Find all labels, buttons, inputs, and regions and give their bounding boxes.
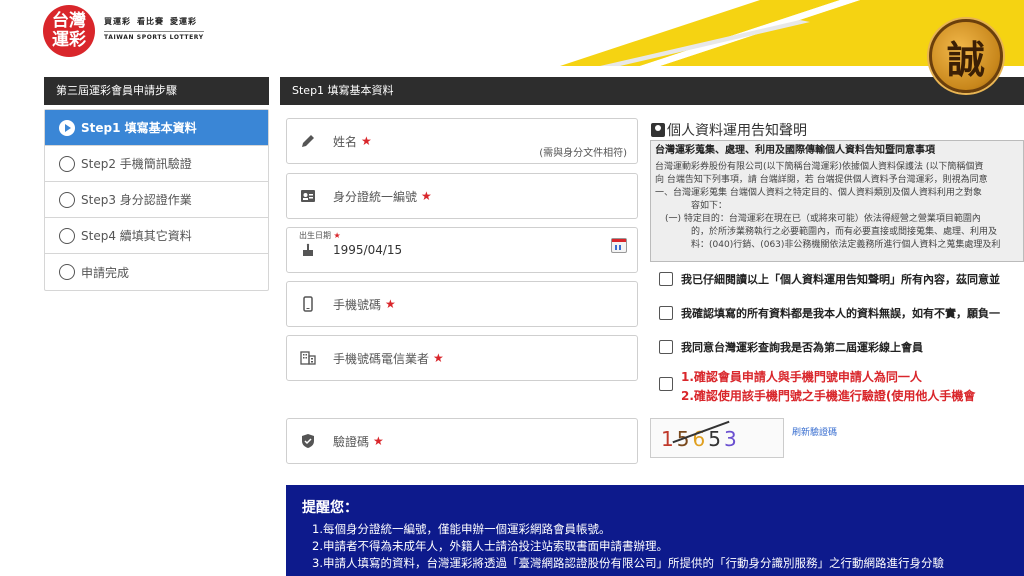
phone-field[interactable]: 手機號碼 ★ [286,281,638,327]
birthday-label: 出生日期 ★ [299,231,341,240]
step-label: Step1 填寫基本資料 [81,121,197,135]
radio-icon [59,191,75,208]
site-header: 台灣運彩 買運彩 看比賽 愛運彩 TAIWAN SPORTS LOTTERY [0,0,1024,66]
reminder-panel: 提醒您： 1.每個身分證統一編號，僅能申辦一個運彩網路會員帳號。 2.申請者不得… [286,485,1024,576]
privacy-line: (一) 特定目的：台灣運彩在現在已（或將來可能）依法得經營之營業項目範圍內 [665,214,981,224]
radio-icon [59,264,75,280]
privacy-box-title: 台灣運彩蒐集、處理、利用及國際傳輸個人資料告知暨同意事項 [655,145,935,156]
step-item-2[interactable]: Step2 手機簡訊驗證 [45,146,268,182]
step-list: Step1 填寫基本資料 Step2 手機簡訊驗證 Step3 身分認證作業 S… [44,109,269,291]
logo-wordmark: 買運彩 看比賽 愛運彩 TAIWAN SPORTS LOTTERY [104,16,204,41]
step-label: 申請完成 [81,265,130,280]
privacy-line: 台灣運動彩券股份有限公司(以下簡稱台灣運彩)依據個人資料保護法 (以下簡稱個資 [655,162,984,172]
building-icon [299,349,317,367]
calendar-icon[interactable] [611,238,627,253]
cake-icon [299,241,317,259]
consent-accuracy-check[interactable]: 我確認填寫的所有資料都是我本人的資料無誤，如有不實，願負一 [659,305,1024,321]
carrier-label: 手機號碼電信業者 [333,351,430,366]
contact-card-icon [651,123,665,137]
reminder-line: 2.申請者不得為未成年人，外籍人士請洽投注站索取書面申請書辦理。 [312,539,668,553]
phone-owner-checkbox[interactable] [659,377,673,391]
play-radio-icon [59,119,75,136]
phone-label: 手機號碼 [333,297,382,312]
privacy-title: 個人資料運用告知聲明 [651,120,807,140]
privacy-line: 容如下： [691,201,728,211]
sidebar-title: 第三屆運彩會員申請步驟 [44,77,269,105]
reminder-line: 3.申請人填寫的資料，台灣運彩將透過「臺灣網路認證股份有限公司」所提供的「行動身… [312,556,944,570]
checkbox[interactable] [659,272,673,286]
reminder-title: 提醒您： [302,500,358,516]
id-card-icon [299,187,317,205]
required-star: ★ [361,134,372,148]
reminder-line: 1.每個身分證統一編號，僅能申辦一個運彩網路會員帳號。 [312,522,611,536]
step-label: Step4 續填其它資料 [81,229,192,243]
carrier-field[interactable]: 手機號碼電信業者 ★ [286,335,638,381]
required-star: ★ [433,351,444,365]
mobile-phone-icon [299,295,317,313]
required-star: ★ [421,189,432,203]
checkbox[interactable] [659,340,673,354]
required-star: ★ [385,297,396,311]
radio-icon [59,155,75,172]
privacy-line: 料：(040)行銷、(063)非公務機關依法定義務所進行個人資料之蒐集處理及利 [691,240,1001,250]
integrity-badge: 誠 [929,19,1003,93]
privacy-line: 向 台端告知下列事項，請 台端詳閱，若 台端提供個人資料予台灣運彩，則視為同意 [655,175,988,185]
privacy-line: 的，於所涉業務執行之必要範圍內，而有必要直接或間接蒐集、處理、利用及 [691,227,998,237]
birthday-value: 1995/04/15 [333,243,403,257]
id-number-label: 身分證統一編號 [333,189,418,204]
step-label: Step3 身分認證作業 [81,193,192,207]
pencil-icon [299,132,317,150]
consent-query-check[interactable]: 我同意台灣運彩查詢我是否為第二屆運彩線上會員 [659,339,1024,355]
logo-slogan: 買運彩 看比賽 愛運彩 [104,17,197,26]
step-item-4[interactable]: Step4 續填其它資料 [45,218,268,254]
birthday-field[interactable]: 出生日期 ★ 1995/04/15 [286,227,638,273]
step-label: Step2 手機簡訊驗證 [81,157,192,171]
site-logo[interactable]: 台灣運彩 [43,5,95,57]
captcha-label: 驗證碼 [333,434,370,449]
captcha-field[interactable]: 驗證碼 ★ [286,418,638,464]
radio-icon [59,227,75,244]
step-item-3[interactable]: Step3 身分認證作業 [45,182,268,218]
privacy-line: 一、台灣運彩蒐集 台端個人資料之特定目的、個人資料類別及個人資料利用之對象 [655,188,982,198]
refresh-captcha-link[interactable]: 刷新驗證碼 [792,425,837,438]
captcha-image: 15653 [650,418,784,458]
name-label: 姓名 [333,134,358,149]
phone-owner-confirm-text: 1.確認會員申請人與手機門號申請人為同一人 2.確認使用該手機門號之手機進行驗證… [681,370,976,403]
name-field[interactable]: 姓名 ★ (需與身分文件相符) [286,118,638,164]
name-hint: (需與身分文件相符) [539,148,627,159]
id-number-field[interactable]: 身分證統一編號 ★ [286,173,638,219]
consent-read-check[interactable]: 我已仔細閱讀以上「個人資料運用告知聲明」所有內容，茲同意並 [659,271,1024,287]
checkbox[interactable] [659,306,673,320]
logo-english: TAIWAN SPORTS LOTTERY [104,31,204,41]
required-star: ★ [373,434,384,448]
shield-check-icon [299,432,317,450]
step-item-1[interactable]: Step1 填寫基本資料 [45,110,268,146]
privacy-text-box[interactable]: 台灣運彩蒐集、處理、利用及國際傳輸個人資料告知暨同意事項 台灣運動彩券股份有限公… [650,140,1024,262]
step-item-complete[interactable]: 申請完成 [45,254,268,290]
form-section-title: Step1 填寫基本資料 [280,77,1024,105]
